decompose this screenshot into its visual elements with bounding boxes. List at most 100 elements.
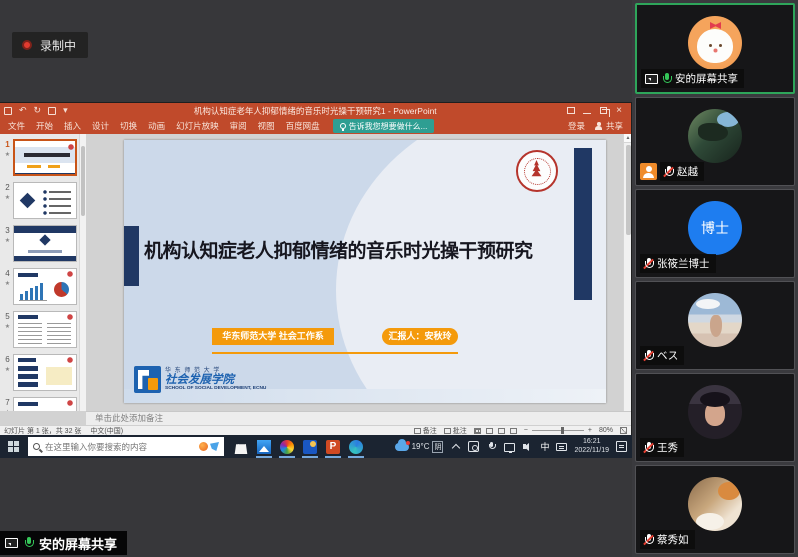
ribbon-tab-10[interactable]: 百度网盘 (286, 120, 320, 132)
normal-view-icon[interactable] (474, 428, 481, 434)
slide-thumbnail[interactable]: 5 ★ (2, 311, 86, 348)
tell-me-label: 告诉我您想要做什么... (349, 121, 428, 132)
start-button[interactable] (8, 441, 20, 453)
slide-canvas[interactable]: 机构认知症老人抑郁情绪的音乐时光操干预研究 华东师范大学 社会工作系 汇报人：安… (124, 140, 606, 403)
taskbar-app-photos-icon[interactable] (257, 440, 271, 454)
taskbar-app-blueapp-icon[interactable] (303, 440, 317, 454)
taskbar-app-store-icon[interactable] (234, 440, 248, 454)
undo-icon[interactable]: ↶ (19, 106, 27, 115)
notes-pane[interactable]: 单击此处添加备注 (86, 411, 631, 425)
zoom-out-icon[interactable]: − (524, 427, 528, 434)
slideshow-icon[interactable] (48, 107, 56, 115)
thumbnail-number: 2 (5, 183, 9, 192)
thumbnail-scrollbar[interactable] (79, 134, 86, 411)
minimize-button[interactable] (579, 104, 595, 117)
weather-temp: 19°C (412, 442, 430, 451)
screen-share-banner: 安的屏幕共享 (0, 531, 127, 555)
slide-thumbnail[interactable]: 2 ★ (2, 182, 86, 219)
participant-tile[interactable]: 安的屏幕共享 (635, 3, 795, 94)
taskbar-app-edge-icon[interactable] (349, 440, 363, 454)
slide-thumbnail[interactable]: 6 ★ (2, 354, 86, 391)
close-button[interactable]: × (611, 104, 627, 117)
participant-tile[interactable]: 蔡秀如 (635, 465, 795, 554)
slide-thumbnail[interactable]: 7 ★ (2, 397, 86, 411)
school-logo-icon (134, 366, 161, 393)
camera-tray-icon[interactable] (468, 441, 479, 452)
fit-to-window-icon[interactable] (620, 427, 627, 434)
action-center-icon[interactable] (616, 441, 627, 452)
notes-toggle[interactable]: 备注 (414, 426, 437, 436)
notes-toggle-label: 备注 (423, 426, 437, 436)
sign-in-button[interactable]: 登录 (568, 120, 585, 132)
participant-tile[interactable]: 王秀 (635, 373, 795, 462)
mic-tray-icon[interactable] (486, 441, 497, 452)
speaker-tray-icon[interactable] (522, 441, 533, 452)
restore-button[interactable] (595, 104, 611, 117)
ribbon-options-icon[interactable] (563, 104, 579, 117)
avatar (688, 109, 742, 163)
comments-toggle[interactable]: 批注 (444, 426, 467, 436)
avatar (688, 16, 742, 70)
thumbnail-preview[interactable] (13, 311, 77, 348)
zoom-in-icon[interactable]: + (588, 427, 592, 434)
weather-widget[interactable]: 19°C 阴 (395, 441, 444, 453)
share-button[interactable]: 共享 (595, 120, 623, 132)
participant-name: 赵越 (677, 164, 698, 179)
tell-me-box[interactable]: 告诉我您想要做什么... (333, 119, 435, 133)
show-hidden-icons[interactable] (450, 441, 461, 452)
zoom-slider[interactable]: − + (524, 427, 592, 434)
participant-tile[interactable]: ベス (635, 281, 795, 370)
slideshow-view-icon[interactable] (510, 428, 517, 434)
touch-keyboard-icon[interactable] (556, 443, 567, 451)
participant-name: 蔡秀如 (657, 532, 689, 547)
peach-icon (199, 442, 208, 451)
recording-dot-icon (22, 40, 32, 50)
taskbar-clock[interactable]: 16:21 2022/11/19 (574, 438, 609, 456)
thumbnail-number: 4 (5, 269, 9, 278)
logo-school-name: 社会发展学院 (165, 374, 266, 386)
zoom-track[interactable] (532, 430, 584, 431)
save-icon[interactable] (4, 107, 12, 115)
animation-star-icon: ★ (2, 237, 13, 244)
slide-thumbnail[interactable]: 1 ★ (2, 139, 86, 176)
recording-indicator[interactable]: 录制中 (12, 32, 88, 58)
ribbon-tab-6[interactable]: 动画 (148, 120, 165, 132)
editor-scrollbar[interactable]: ▲ (623, 134, 631, 411)
thumbnail-preview[interactable] (13, 268, 77, 305)
reading-view-icon[interactable] (498, 428, 505, 434)
participant-tile[interactable]: 赵越 (635, 97, 795, 186)
thumbnail-preview[interactable] (13, 139, 77, 176)
participant-tile[interactable]: 博士 张筱兰博士 (635, 189, 795, 278)
ppt-titlebar: ↶ ↻ ▾ 机构认知症老年人抑郁情绪的音乐时光操干预研究1 - PowerPoi… (0, 103, 631, 118)
ribbon-tab-7[interactable]: 幻灯片放映 (176, 120, 219, 132)
avatar: 博士 (688, 201, 742, 255)
ime-indicator[interactable]: 中 (540, 440, 549, 453)
search-input[interactable] (45, 442, 194, 452)
taskbar-app-powerpoint-icon[interactable] (326, 440, 340, 454)
taskbar-app-colorwheel-icon[interactable] (280, 440, 294, 454)
meeting-window: 录制中 ↶ ↻ ▾ 机构认知症老年人抑郁情绪的音乐时光操干预研究1 - Powe… (0, 0, 798, 557)
scroll-up-icon[interactable]: ▲ (624, 134, 631, 143)
ribbon-tab-2[interactable]: 开始 (36, 120, 53, 132)
thumbnail-preview[interactable] (13, 225, 77, 262)
thumbnail-preview[interactable] (13, 397, 77, 411)
ribbon-tab-1[interactable]: 文件 (8, 120, 25, 132)
clock-time: 16:21 (574, 438, 609, 447)
display-tray-icon[interactable] (504, 443, 515, 452)
ribbon-tab-3[interactable]: 插入 (64, 120, 81, 132)
language-indicator[interactable]: 中文(中国) (90, 426, 123, 436)
ribbon-tab-4[interactable]: 设计 (92, 120, 109, 132)
redo-icon[interactable]: ↻ (34, 106, 42, 115)
slide-thumbnail[interactable]: 4 ★ (2, 268, 86, 305)
thumbnail-preview[interactable] (13, 354, 77, 391)
zoom-knob[interactable] (561, 427, 564, 434)
decor-blob-right (336, 140, 606, 403)
ribbon-tab-8[interactable]: 审阅 (230, 120, 247, 132)
slide-sorter-icon[interactable] (486, 428, 493, 434)
ribbon-tab-5[interactable]: 切换 (120, 120, 137, 132)
ribbon-tab-9[interactable]: 视图 (258, 120, 275, 132)
taskbar-search[interactable] (28, 437, 224, 456)
thumbnail-preview[interactable] (13, 182, 77, 219)
slide-thumbnail[interactable]: 3 ★ (2, 225, 86, 262)
zoom-level[interactable]: 80% (599, 427, 613, 434)
